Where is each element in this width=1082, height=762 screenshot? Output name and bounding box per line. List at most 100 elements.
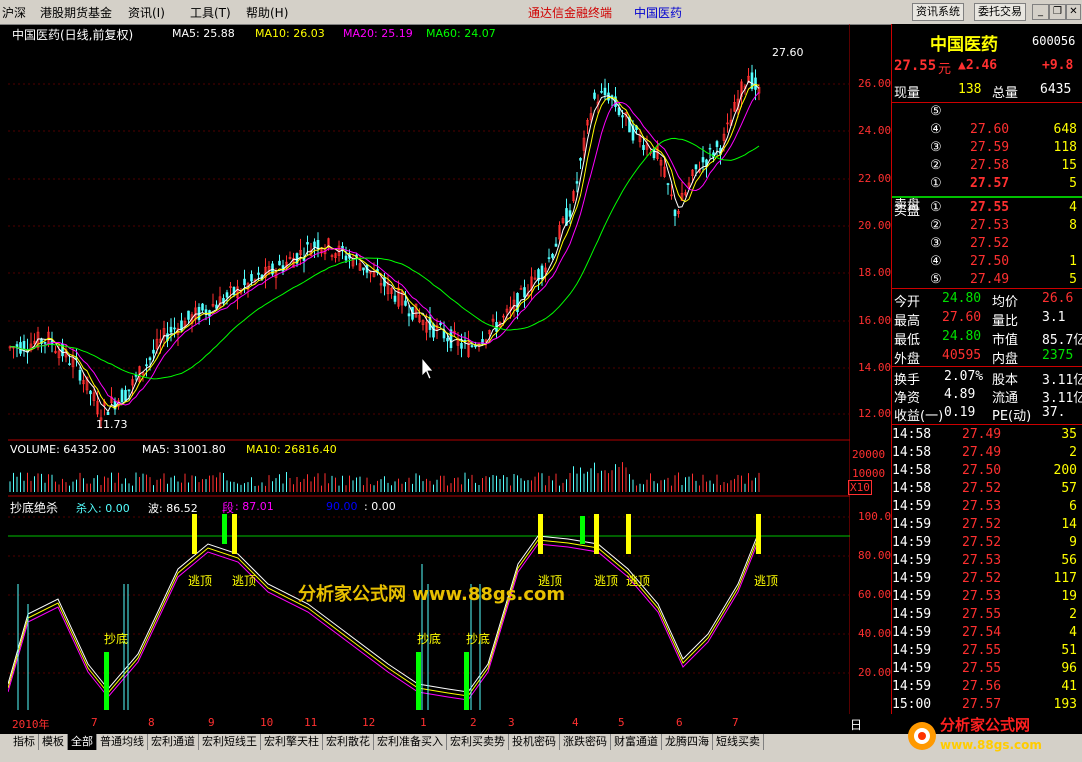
stat-label: 内盘 bbox=[992, 352, 1019, 367]
chart-canvas bbox=[8, 24, 850, 714]
date-tick: 11 bbox=[304, 716, 318, 729]
tick-price: 27.53 bbox=[962, 589, 1002, 604]
stat-label: 收益(一) bbox=[894, 409, 944, 424]
tick-volume: 56 bbox=[1061, 553, 1077, 568]
tick-price: 27.52 bbox=[962, 517, 1002, 532]
tab-item[interactable]: 全部 bbox=[68, 734, 97, 750]
menu-item-tools[interactable]: 工具(T) bbox=[190, 4, 231, 21]
price-tick: 20.00 bbox=[858, 219, 892, 232]
tab-item[interactable]: 宏利散花 bbox=[323, 734, 374, 750]
stat-value: 24.80 bbox=[942, 291, 982, 306]
menu-item-help[interactable]: 帮助(H) bbox=[246, 4, 288, 21]
candle-body bbox=[344, 255, 348, 261]
escape-top-signal: 逃顶 bbox=[188, 574, 213, 588]
bid-row: ③ 27.52 bbox=[892, 236, 1082, 254]
buy-bottom-signal: 抄底 bbox=[466, 632, 491, 646]
candle-body bbox=[754, 77, 757, 90]
date-tick: 2 bbox=[470, 716, 477, 729]
menu-item-market[interactable]: 沪深 bbox=[2, 4, 26, 21]
tick-row: 14:59 27.55 96 bbox=[892, 661, 1082, 679]
ask-row: ④ 27.60 648 bbox=[892, 122, 1082, 140]
watermark: 分析家公式网 www.88gs.com bbox=[298, 584, 566, 605]
tick-volume: 19 bbox=[1061, 589, 1077, 604]
ask-price: 27.60 bbox=[970, 122, 1010, 137]
tick-volume: 51 bbox=[1061, 643, 1077, 658]
buy-signal-bar bbox=[464, 652, 469, 710]
stat-row: 今开 24.80 均价 26.6 bbox=[892, 291, 1082, 310]
tab-item[interactable]: 投机密码 bbox=[509, 734, 560, 750]
ask-volume: 5 bbox=[1069, 176, 1077, 191]
tab-item[interactable]: 短线买卖 bbox=[713, 734, 764, 750]
tab-item[interactable]: 指标 bbox=[10, 734, 39, 750]
bid-price: 27.53 bbox=[970, 218, 1010, 233]
date-tick: 7 bbox=[732, 716, 739, 729]
signal-bar bbox=[192, 514, 197, 554]
minimize-icon[interactable]: _ bbox=[1032, 4, 1049, 20]
candle-body bbox=[568, 210, 572, 217]
signal-bar bbox=[232, 514, 237, 554]
close-icon[interactable]: ✕ bbox=[1066, 4, 1081, 20]
kline-chart[interactable]: 中国医药(日线,前复权) MA5: 25.88 MA10: 26.03 MA20… bbox=[8, 24, 891, 714]
tab-item[interactable]: 涨跌密码 bbox=[560, 734, 611, 750]
candle-body bbox=[362, 267, 365, 271]
tab-item[interactable]: 宏利擎天柱 bbox=[261, 734, 323, 750]
candle-body bbox=[547, 257, 551, 259]
candle-body bbox=[523, 287, 526, 298]
tick-time: 14:58 bbox=[892, 481, 932, 496]
tick-time: 14:58 bbox=[892, 427, 932, 442]
tab-item[interactable]: 宏利短线王 bbox=[199, 734, 261, 750]
tick-volume: 4 bbox=[1069, 625, 1077, 640]
indicator-tick: 20.00 bbox=[858, 666, 892, 679]
candle-body bbox=[603, 87, 607, 96]
quote-price-row: 27.55 元 ▲2.46 +9.8 bbox=[892, 58, 1082, 77]
date-tick: 12 bbox=[362, 716, 376, 729]
candle-body bbox=[439, 322, 442, 325]
date-tick: 9 bbox=[208, 716, 215, 729]
candle-body bbox=[470, 345, 474, 347]
tick-price: 27.53 bbox=[962, 499, 1002, 514]
signal-bar bbox=[538, 514, 543, 554]
restore-icon[interactable]: ❐ bbox=[1049, 4, 1066, 20]
signal-bar bbox=[222, 514, 227, 544]
candle-body bbox=[540, 265, 544, 279]
tick-row: 14:58 27.49 2 bbox=[892, 445, 1082, 463]
window-stock-title: 中国医药 bbox=[634, 6, 683, 20]
tab-item[interactable]: 宏利准备买入 bbox=[374, 734, 447, 750]
stat-value: 2375 bbox=[1042, 348, 1074, 363]
tab-item[interactable]: 宏利通道 bbox=[148, 734, 199, 750]
trade-button[interactable]: 委托交易 bbox=[974, 3, 1026, 21]
stat-value: 24.80 bbox=[942, 329, 982, 344]
candle-body bbox=[278, 260, 281, 266]
menu-item-hk-futures[interactable]: 港股期货基金 bbox=[40, 4, 112, 21]
tab-item[interactable]: 宏利买卖势 bbox=[447, 734, 509, 750]
tab-item[interactable]: 财富通道 bbox=[611, 734, 662, 750]
bid-volume: 5 bbox=[1069, 272, 1077, 287]
menu-item-news[interactable]: 资讯(I) bbox=[128, 4, 165, 21]
high-price-marker: 27.60 bbox=[772, 46, 804, 59]
stat-label: 量比 bbox=[992, 314, 1019, 329]
candle-body bbox=[446, 338, 449, 342]
stat-row: 最高 27.60 量比 3.1 bbox=[892, 310, 1082, 329]
candle-body bbox=[169, 326, 173, 333]
ask-level: ② bbox=[930, 158, 942, 173]
menu-bar: 沪深 港股期货基金 资讯(I) 工具(T) 帮助(H) 通达信金融终端 中国医药… bbox=[0, 0, 1082, 25]
tab-item[interactable]: 普通均线 bbox=[97, 734, 148, 750]
ask-level: ③ bbox=[930, 140, 942, 155]
tab-item[interactable]: 龙腾四海 bbox=[662, 734, 713, 750]
ask-level: ④ bbox=[930, 122, 942, 137]
volume-ma5-label: MA5: 31001.80 bbox=[142, 443, 226, 456]
candle-body bbox=[460, 343, 463, 349]
price-tick: 14.00 bbox=[858, 361, 892, 374]
news-system-button[interactable]: 资讯系统 bbox=[912, 3, 964, 21]
tick-price: 27.49 bbox=[962, 445, 1002, 460]
tab-item[interactable]: 模板 bbox=[39, 734, 68, 750]
date-tick: 3 bbox=[508, 716, 515, 729]
buy-signal-bar bbox=[416, 652, 421, 710]
stat-row: 净资 4.89 流通 3.11亿 bbox=[892, 387, 1082, 406]
bid-level: ⑤ bbox=[930, 272, 942, 287]
stat-label: 均价 bbox=[992, 295, 1019, 310]
volume-ma10-label: MA10: 26816.40 bbox=[246, 443, 337, 456]
candle-body bbox=[78, 369, 82, 381]
candle-body bbox=[593, 92, 596, 99]
ma20-label: MA20: 25.19 bbox=[343, 27, 413, 40]
